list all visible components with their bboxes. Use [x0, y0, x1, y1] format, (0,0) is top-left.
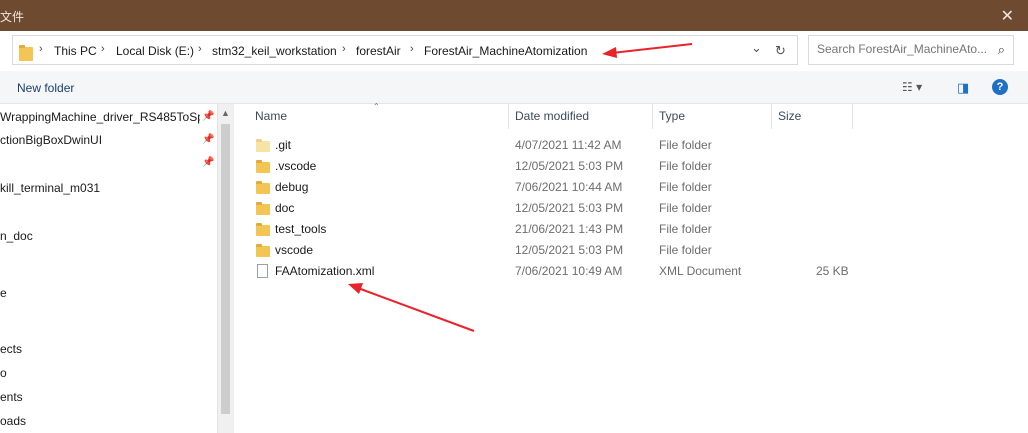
file-date: 21/06/2021 1:43 PM: [515, 222, 624, 236]
pin-icon: 📌: [202, 157, 215, 168]
nav-item[interactable]: n_doc: [0, 229, 200, 243]
file-type: File folder: [659, 222, 712, 236]
breadcrumb-separator[interactable]: ›: [101, 43, 105, 55]
column-headers: ⌃ Name Date modified Type Size: [236, 102, 853, 129]
pin-icon: 📌: [202, 134, 215, 145]
file-name: doc: [275, 201, 295, 215]
nav-item[interactable]: o: [0, 366, 200, 380]
address-row: › This PC › Local Disk (E:) › stm32_keil…: [0, 31, 1028, 71]
folder-icon: [256, 244, 270, 257]
folder-icon: [19, 45, 33, 61]
scrollbar-thumb[interactable]: [221, 124, 230, 414]
breadcrumb-forestair[interactable]: forestAir: [356, 44, 401, 58]
help-icon[interactable]: ?: [992, 79, 1008, 95]
file-type: File folder: [659, 201, 712, 215]
file-row[interactable]: debug 7/06/2021 10:44 AM File folder: [236, 177, 853, 198]
folder-icon: [256, 160, 270, 173]
file-date: 12/05/2021 5:03 PM: [515, 243, 624, 257]
file-name: .vscode: [275, 159, 317, 173]
breadcrumb-separator[interactable]: ›: [39, 43, 43, 55]
file-row[interactable]: vscode 12/05/2021 5:03 PM File folder: [236, 240, 853, 261]
column-header-type[interactable]: Type: [653, 104, 772, 129]
file-name: .git: [275, 138, 292, 152]
view-options-icon[interactable]: ☷ ▾: [902, 80, 922, 94]
file-name: test_tools: [275, 222, 327, 236]
folder-icon: [256, 181, 270, 194]
file-type: File folder: [659, 180, 712, 194]
window-title: 文件: [0, 10, 25, 24]
search-icon[interactable]: ⌕: [998, 42, 1005, 58]
title-bar: 文件 ✕: [0, 0, 1028, 31]
file-date: 4/07/2021 11:42 AM: [515, 138, 622, 152]
chevron-down-icon[interactable]: ⌄: [751, 40, 762, 56]
file-name: vscode: [275, 243, 314, 257]
file-row[interactable]: .vscode 12/05/2021 5:03 PM File folder: [236, 156, 853, 177]
nav-item[interactable]: ents: [0, 390, 200, 404]
breadcrumb-separator[interactable]: ›: [342, 43, 346, 55]
annotation-arrow-file: [348, 283, 475, 332]
column-header-name[interactable]: Name: [249, 104, 509, 129]
search-box[interactable]: ⌕: [808, 35, 1014, 65]
column-header-size[interactable]: Size: [772, 104, 853, 129]
command-bar: New folder ☷ ▾ ◨ ?: [0, 71, 1028, 104]
new-folder-button[interactable]: New folder: [17, 81, 74, 95]
preview-pane-icon[interactable]: ◨: [957, 80, 969, 96]
pin-icon: 📌: [202, 111, 215, 122]
file-date: 12/05/2021 5:03 PM: [515, 201, 624, 215]
file-date: 7/06/2021 10:49 AM: [515, 264, 623, 278]
nav-item[interactable]: oads: [0, 414, 200, 428]
close-icon[interactable]: ✕: [1001, 6, 1014, 26]
nav-item[interactable]: e: [0, 286, 200, 300]
folder-icon: [256, 223, 270, 236]
nav-item[interactable]: kill_terminal_m031: [0, 181, 200, 195]
file-size: 25 KB: [816, 264, 849, 278]
navigation-pane: WrappingMachine_driver_RS485ToSpi 📌 ctio…: [0, 104, 217, 433]
file-type: File folder: [659, 243, 712, 257]
file-type: XML Document: [659, 264, 742, 278]
file-name: FAAtomization.xml: [275, 264, 375, 278]
breadcrumb-stm32-keil[interactable]: stm32_keil_workstation: [212, 44, 337, 58]
breadcrumb-separator[interactable]: ›: [198, 43, 202, 55]
nav-item[interactable]: ects: [0, 342, 200, 356]
file-row[interactable]: .git 4/07/2021 11:42 AM File folder: [236, 135, 853, 156]
breadcrumb-local-disk[interactable]: Local Disk (E:): [116, 44, 194, 58]
file-name: debug: [275, 180, 309, 194]
breadcrumb-this-pc[interactable]: This PC: [54, 44, 97, 58]
nav-item[interactable]: WrappingMachine_driver_RS485ToSpi: [0, 110, 200, 124]
file-row[interactable]: doc 12/05/2021 5:03 PM File folder: [236, 198, 853, 219]
address-bar[interactable]: › This PC › Local Disk (E:) › stm32_keil…: [12, 35, 798, 65]
breadcrumb-separator[interactable]: ›: [410, 43, 414, 55]
file-row[interactable]: test_tools 21/06/2021 1:43 PM File folde…: [236, 219, 853, 240]
file-date: 12/05/2021 5:03 PM: [515, 159, 624, 173]
column-header-date-modified[interactable]: Date modified: [509, 104, 653, 129]
scroll-up-icon[interactable]: ▲: [221, 108, 230, 118]
nav-item[interactable]: ctionBigBoxDwinUI: [0, 133, 200, 147]
xml-file-icon: [257, 264, 268, 278]
file-date: 7/06/2021 10:44 AM: [515, 180, 623, 194]
breadcrumb-current-folder[interactable]: ForestAir_MachineAtomization: [424, 44, 587, 58]
file-type: File folder: [659, 138, 712, 152]
file-type: File folder: [659, 159, 712, 173]
refresh-icon[interactable]: ↻: [775, 43, 786, 59]
file-row[interactable]: FAAtomization.xml 7/06/2021 10:49 AM XML…: [236, 261, 853, 282]
nav-scrollbar[interactable]: ▲: [217, 104, 234, 433]
folder-icon: [256, 202, 270, 215]
search-input[interactable]: [817, 42, 987, 56]
folder-icon: [256, 139, 270, 152]
